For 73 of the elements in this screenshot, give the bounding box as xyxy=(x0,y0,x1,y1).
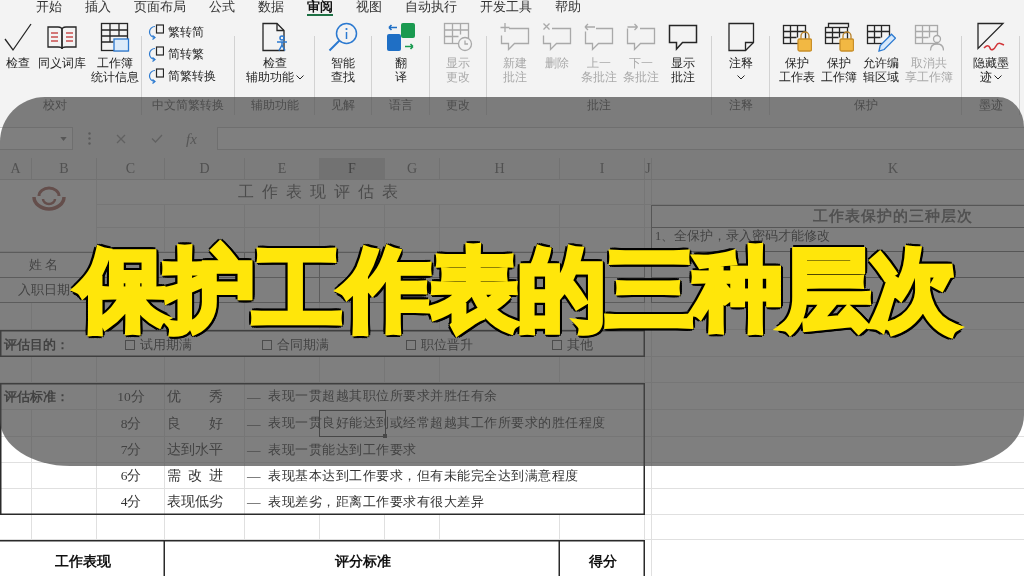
ribbon-button[interactable]: 同义词库 xyxy=(35,22,89,70)
table-heading: 工作表现 xyxy=(54,553,111,571)
dash-text: — xyxy=(246,468,261,484)
ribbon-tab[interactable]: 帮助 xyxy=(555,0,581,16)
dash-text: — xyxy=(246,494,261,510)
ribbon-tab[interactable]: 视图 xyxy=(356,0,382,16)
comment-cross-icon xyxy=(542,22,572,52)
score-text: 4分 xyxy=(120,493,142,511)
grade-text: 需改进 xyxy=(167,467,223,485)
option-label: 职位晋升 xyxy=(421,336,473,354)
check-mark-icon xyxy=(2,22,33,52)
caption-text: 保护工作表的三种层次 xyxy=(70,243,966,337)
comment-left-arrow-icon xyxy=(584,22,614,52)
table-person-icon xyxy=(913,22,944,52)
convert-arrows-icon xyxy=(148,68,164,84)
table-pencil-icon xyxy=(865,22,896,52)
option-label: 试用期满 xyxy=(140,336,192,354)
ribbon-button[interactable]: 保护 工作表 xyxy=(775,22,818,84)
grade-text: 良好 xyxy=(167,414,223,433)
section-label: 评估标准： xyxy=(3,387,69,406)
ribbon-button[interactable]: 工作簿 统计信息 xyxy=(88,22,141,84)
ribbon-button[interactable]: 检查 xyxy=(0,22,36,70)
ribbon-button[interactable]: 显示 批注 xyxy=(662,22,704,84)
comment-icon xyxy=(668,22,698,52)
table-heading: 评分标准 xyxy=(334,553,391,571)
comment-plus-icon xyxy=(500,22,530,52)
section-label: 评估目的： xyxy=(3,336,69,354)
convert-arrows-icon xyxy=(148,24,164,40)
ribbon-button[interactable]: 繁转简 xyxy=(148,21,204,43)
table-row-text: 1、全保护，录入密码才能修改 xyxy=(655,229,831,243)
comment-right-arrow-icon xyxy=(626,22,656,52)
dash-text: — xyxy=(246,388,261,405)
criteria-description: 表现基本达到工作要求，但有未能完全达到满意程度 xyxy=(268,467,579,485)
field-label: 入职日期 xyxy=(17,282,70,299)
ribbon-tab[interactable]: 开始 xyxy=(36,0,62,16)
sheets-lock-icon xyxy=(823,22,854,52)
ribbon-tab[interactable]: 插入 xyxy=(85,0,111,16)
ribbon-tab[interactable]: 开发工具 xyxy=(480,0,532,16)
ribbon-button[interactable]: 检查 辅助功能 xyxy=(242,22,307,84)
table-lock-icon xyxy=(781,22,812,52)
grade-text: 达到水平 xyxy=(167,441,223,459)
ribbon-tab[interactable]: 审阅 xyxy=(307,0,333,16)
ribbon-button[interactable]: 智能 查找 xyxy=(322,22,364,84)
table-heading: 得分 xyxy=(588,553,617,571)
score-text: 10分 xyxy=(117,387,145,406)
ribbon-button[interactable]: 简转繁 xyxy=(148,43,204,65)
ink-icon xyxy=(975,22,1006,52)
score-text: 6分 xyxy=(120,467,142,485)
score-text: 7分 xyxy=(120,441,142,459)
ribbon-tab[interactable]: 自动执行 xyxy=(405,0,457,16)
translate-icon xyxy=(385,22,416,52)
grade-text: 优秀 xyxy=(167,387,223,406)
table-grid-icon xyxy=(99,22,130,52)
note-icon xyxy=(725,22,756,52)
ribbon-button[interactable]: 保护 工作簿 xyxy=(817,22,860,84)
ribbon-button[interactable]: 隐藏墨 迹 xyxy=(969,22,1012,84)
criteria-description: 表现差劣，距离工作要求有很大差异 xyxy=(268,493,484,511)
field-label: 姓 名 xyxy=(28,256,59,274)
dash-text: — xyxy=(246,442,261,458)
ribbon-button[interactable]: 注释 xyxy=(719,22,762,84)
score-text: 8分 xyxy=(120,414,142,433)
dash-text: — xyxy=(246,415,261,432)
table-clock-icon xyxy=(443,22,473,52)
ribbon-tab[interactable]: 公式 xyxy=(209,0,235,16)
grade-text: 表现低劣 xyxy=(167,493,223,511)
magnifier-icon xyxy=(328,22,358,52)
ribbon-button[interactable]: 翻 译 xyxy=(379,22,422,84)
ribbon-tab[interactable]: 数据 xyxy=(258,0,284,16)
ribbon-button[interactable]: 允许编 辑区域 xyxy=(859,22,902,84)
convert-arrows-icon xyxy=(148,46,164,62)
ribbon-tab[interactable]: 页面布局 xyxy=(134,0,186,16)
ribbon-button[interactable]: 简繁转换 xyxy=(148,65,216,87)
document-person-icon xyxy=(259,22,290,52)
